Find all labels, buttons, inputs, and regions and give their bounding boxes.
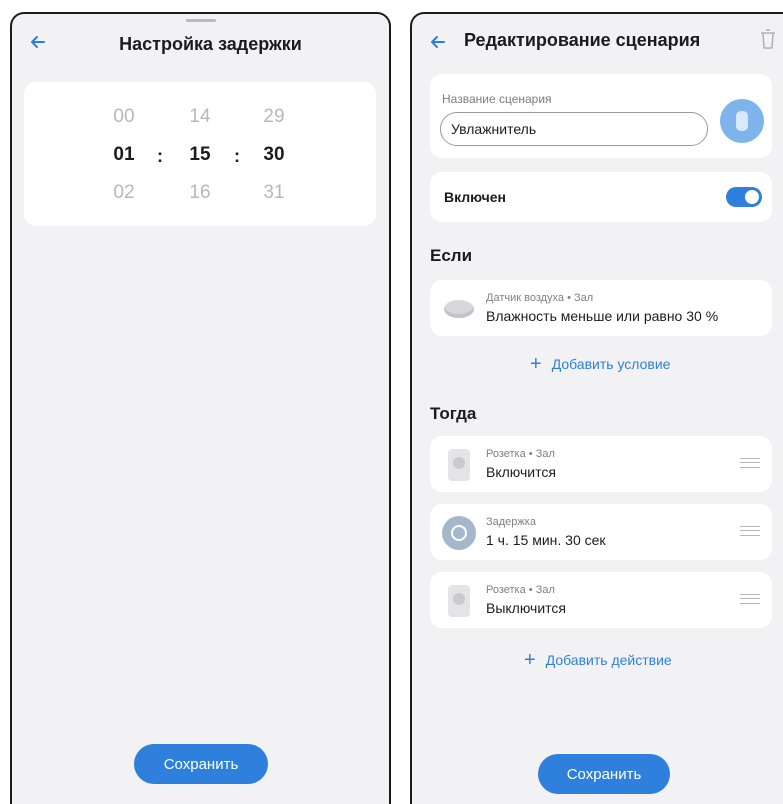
page-title: Редактирование сценария — [464, 30, 701, 50]
save-button[interactable]: Сохранить — [134, 744, 268, 784]
timer-icon — [442, 516, 476, 550]
action-device: Розетка • Зал — [486, 448, 555, 460]
enabled-toggle[interactable] — [726, 187, 762, 207]
add-action-label: Добавить действие — [545, 652, 672, 668]
hours-next[interactable]: 02 — [94, 182, 154, 204]
scenario-name-card: Название сценария Увлажнитель — [430, 74, 772, 158]
action-text: 1 ч. 15 мин. 30 сек — [486, 532, 606, 548]
minutes-selected[interactable]: 15 — [170, 144, 230, 166]
condition-item[interactable]: Датчик воздуха • Зал Влажность меньше ил… — [430, 280, 772, 336]
save-button[interactable]: Сохранить — [538, 754, 670, 794]
action-device: Задержка — [486, 516, 536, 528]
time-separator: : — [157, 146, 163, 166]
add-condition-button[interactable]: + Добавить условие — [530, 354, 670, 374]
condition-device: Датчик воздуха • Зал — [486, 292, 594, 304]
seconds-next[interactable]: 31 — [244, 182, 304, 204]
action-item[interactable]: Задержка 1 ч. 15 мин. 30 сек — [430, 504, 772, 560]
plus-icon: + — [524, 649, 536, 671]
hours-prev[interactable]: 00 — [94, 106, 154, 128]
then-section-title: Тогда — [430, 404, 477, 423]
action-text: Включится — [486, 464, 556, 480]
trash-icon[interactable] — [759, 28, 777, 50]
socket-icon — [442, 448, 476, 482]
delay-settings-screen: Настройка задержки 00 01 02 : 14 15 16 :… — [10, 12, 391, 804]
socket-icon — [442, 584, 476, 618]
scenario-name-input[interactable]: Увлажнитель — [440, 112, 708, 146]
action-item[interactable]: Розетка • Зал Включится — [430, 436, 772, 492]
drag-handle-icon[interactable] — [740, 594, 760, 604]
drag-handle-icon[interactable] — [740, 526, 760, 536]
action-text: Выключится — [486, 600, 566, 616]
enabled-label: Включен — [444, 189, 506, 205]
sheet-grabber[interactable] — [185, 19, 216, 22]
if-section-title: Если — [430, 246, 473, 265]
action-device: Розетка • Зал — [486, 584, 555, 596]
minutes-prev[interactable]: 14 — [170, 106, 230, 128]
action-item[interactable]: Розетка • Зал Выключится — [430, 572, 772, 628]
add-condition-label: Добавить условие — [551, 356, 671, 372]
seconds-selected[interactable]: 30 — [244, 144, 304, 166]
minutes-next[interactable]: 16 — [170, 182, 230, 204]
back-arrow-icon[interactable] — [428, 32, 448, 52]
scenario-name-label: Название сценария — [442, 92, 552, 106]
time-separator: : — [234, 146, 240, 166]
hours-selected[interactable]: 01 — [94, 144, 154, 166]
time-picker[interactable]: 00 01 02 : 14 15 16 : 29 30 31 — [24, 82, 376, 226]
air-sensor-icon — [442, 292, 476, 326]
drag-handle-icon[interactable] — [740, 458, 760, 468]
edit-scenario-screen: Редактирование сценария Название сценари… — [410, 12, 783, 804]
plus-icon: + — [530, 353, 542, 375]
add-action-button[interactable]: + Добавить действие — [524, 650, 672, 670]
enabled-row: Включен — [430, 172, 772, 222]
seconds-prev[interactable]: 29 — [244, 106, 304, 128]
page-title: Настройка задержки — [119, 34, 302, 54]
condition-text: Влажность меньше или равно 30 % — [486, 308, 719, 324]
scenario-image-icon[interactable] — [720, 99, 764, 143]
